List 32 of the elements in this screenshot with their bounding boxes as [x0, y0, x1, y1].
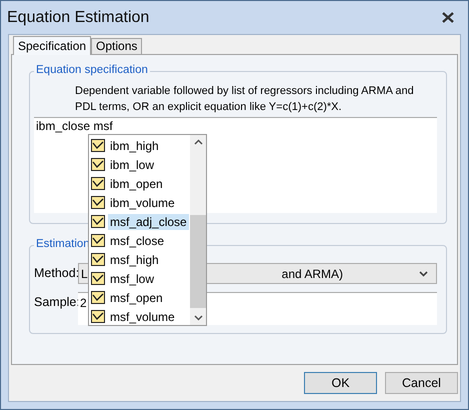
series-icon [91, 310, 105, 323]
autocomplete-item[interactable]: ibm_high [108, 138, 161, 154]
series-icon [91, 139, 105, 152]
autocomplete-item[interactable]: msf_open [108, 290, 165, 306]
series-icon [91, 196, 105, 209]
autocomplete-item[interactable]: msf_close [108, 232, 166, 248]
autocomplete-item[interactable]: msf_volume [108, 308, 177, 324]
autocomplete-item[interactable]: ibm_open [108, 176, 165, 192]
scrollbar-thumb[interactable] [190, 215, 206, 308]
autocomplete-item[interactable]: ibm_volume [108, 194, 177, 210]
series-icon [91, 215, 105, 228]
autocomplete-item[interactable]: msf_adj_close [108, 214, 189, 230]
chevron-down-icon[interactable] [194, 315, 202, 321]
description-text: Dependent variable followed by list of regressors including ARMA and PDL terms, OR an explicit equation like Y=c(1)+c(2)*X. [75, 84, 415, 115]
autocomplete-item[interactable]: ibm_low [108, 156, 156, 172]
series-icon [91, 253, 105, 266]
chevron-up-icon[interactable] [194, 139, 202, 145]
dialog-button[interactable]: Cancel [385, 372, 458, 394]
tab[interactable]: Options [91, 38, 142, 54]
tab[interactable]: Specification [13, 36, 92, 55]
chevron-down-icon [419, 270, 428, 276]
series-icon [91, 291, 105, 304]
group-title: Equation specification [34, 64, 150, 76]
series-icon [91, 158, 105, 171]
series-icon [91, 177, 105, 190]
close-icon[interactable] [442, 12, 454, 23]
window-title: Equation Estimation [7, 8, 150, 26]
series-icon [91, 234, 105, 247]
autocomplete-item[interactable]: msf_low [108, 270, 156, 286]
series-icon [91, 272, 105, 285]
dialog-button[interactable]: OK [304, 372, 377, 394]
scrollbar[interactable] [190, 135, 206, 325]
